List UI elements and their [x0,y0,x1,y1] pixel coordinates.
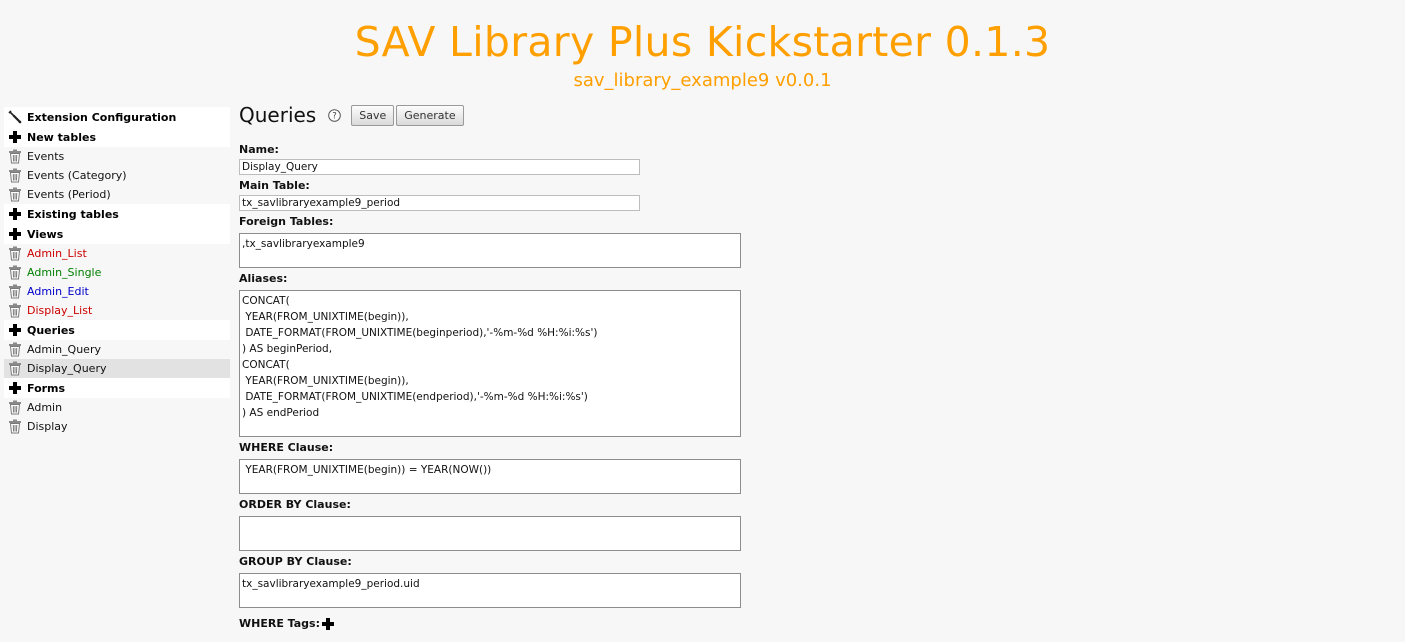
extension-subtitle: sav_library_example9 v0.0.1 [573,70,832,91]
generate-button[interactable]: Generate [396,104,464,126]
help-icon[interactable]: ? [328,108,342,122]
sidebar-section-views[interactable]: Views [4,224,230,244]
trash-icon[interactable] [6,399,24,417]
sidebar-section-queries[interactable]: Queries [4,320,230,340]
trash-icon[interactable] [6,167,24,185]
sidebar-item-events-period[interactable]: Events (Period) [4,185,230,204]
name-label: Name: [239,143,279,156]
order-by-label: ORDER BY Clause: [239,498,351,511]
sidebar-item-events-category[interactable]: Events (Category) [4,166,230,185]
trash-icon[interactable] [6,283,24,301]
heading-row: Queries ? Save Generate [239,102,759,128]
sidebar-item-display[interactable]: Display [4,417,230,436]
sidebar-section-forms[interactable]: Forms [4,378,230,398]
sidebar-item-label[interactable]: Existing tables [27,208,119,221]
sidebar-item-label[interactable]: New tables [27,131,96,144]
sidebar-item-admin-query[interactable]: Admin_Query [4,340,230,359]
sidebar-item-events[interactable]: Events [4,147,230,166]
sidebar-item-admin-list[interactable]: Admin_List [4,244,230,263]
save-button[interactable]: Save [351,104,395,126]
plus-icon[interactable] [6,205,24,223]
page-title: Queries [239,103,317,127]
sidebar-section-new-tables[interactable]: New tables [4,127,230,147]
aliases-label: Aliases: [239,272,288,285]
trash-icon[interactable] [6,186,24,204]
sidebar-item-label[interactable]: Admin_Query [27,343,101,356]
app-title: SAV Library Plus Kickstarter 0.1.3 [354,18,1051,66]
sidebar-item-label[interactable]: Admin_Single [27,266,101,279]
sidebar-item-display-list[interactable]: Display_List [4,301,230,320]
sidebar-section-existing-tables[interactable]: Existing tables [4,204,230,224]
svg-text:?: ? [332,111,337,121]
sidebar-item-label[interactable]: Display [27,420,68,433]
foreign-tables-label: Foreign Tables: [239,215,334,228]
name-field[interactable] [239,159,640,175]
trash-icon[interactable] [6,341,24,359]
plus-icon[interactable] [6,321,24,339]
sidebar: Extension Configuration New tables Events E… [4,107,230,436]
sidebar-item-label[interactable]: Forms [27,382,65,395]
where-tags-label: WHERE Tags: [239,617,320,630]
main-table-label: Main Table: [239,179,310,192]
sidebar-item-admin-edit[interactable]: Admin_Edit [4,282,230,301]
sidebar-item-label[interactable]: Events (Period) [27,188,111,201]
group-by-field[interactable]: tx_savlibraryexample9_period.uid [239,573,741,608]
add-where-tag-plus-icon[interactable] [321,617,335,631]
plus-icon[interactable] [6,128,24,146]
wrench-icon[interactable] [6,108,24,126]
trash-icon[interactable] [6,148,24,166]
sidebar-section-extension-configuration[interactable]: Extension Configuration [4,107,230,127]
sidebar-item-label[interactable]: Events (Category) [27,169,127,182]
main-table-field[interactable] [239,195,640,211]
sidebar-item-label[interactable]: Display_List [27,304,92,317]
trash-icon[interactable] [6,264,24,282]
plus-icon[interactable] [6,379,24,397]
trash-icon[interactable] [6,245,24,263]
foreign-tables-field[interactable]: ,tx_savlibraryexample9 [239,233,741,268]
sidebar-item-label[interactable]: Admin [27,401,62,414]
plus-icon[interactable] [6,225,24,243]
sidebar-item-label[interactable]: Queries [27,324,75,337]
main-panel: Queries ? Save Generate Name: Main Table… [239,102,759,630]
trash-icon[interactable] [6,302,24,320]
sidebar-item-admin[interactable]: Admin [4,398,230,417]
trash-icon[interactable] [6,360,24,378]
group-by-label: GROUP BY Clause: [239,555,352,568]
sidebar-item-admin-single[interactable]: Admin_Single [4,263,230,282]
sidebar-item-label[interactable]: Admin_Edit [27,285,89,298]
sidebar-item-label[interactable]: Views [27,228,63,241]
sidebar-item-display-query[interactable]: Display_Query [4,359,230,378]
sidebar-item-label[interactable]: Admin_List [27,247,87,260]
sidebar-item-label[interactable]: Extension Configuration [27,111,176,124]
where-clause-label: WHERE Clause: [239,441,334,454]
trash-icon[interactable] [6,418,24,436]
aliases-field[interactable]: CONCAT( YEAR(FROM_UNIXTIME(begin)), DATE… [239,290,741,437]
order-by-field[interactable] [239,516,741,551]
where-clause-field[interactable]: YEAR(FROM_UNIXTIME(begin)) = YEAR(NOW()) [239,459,741,494]
sidebar-item-label[interactable]: Display_Query [27,362,106,375]
sidebar-item-label[interactable]: Events [27,150,64,163]
